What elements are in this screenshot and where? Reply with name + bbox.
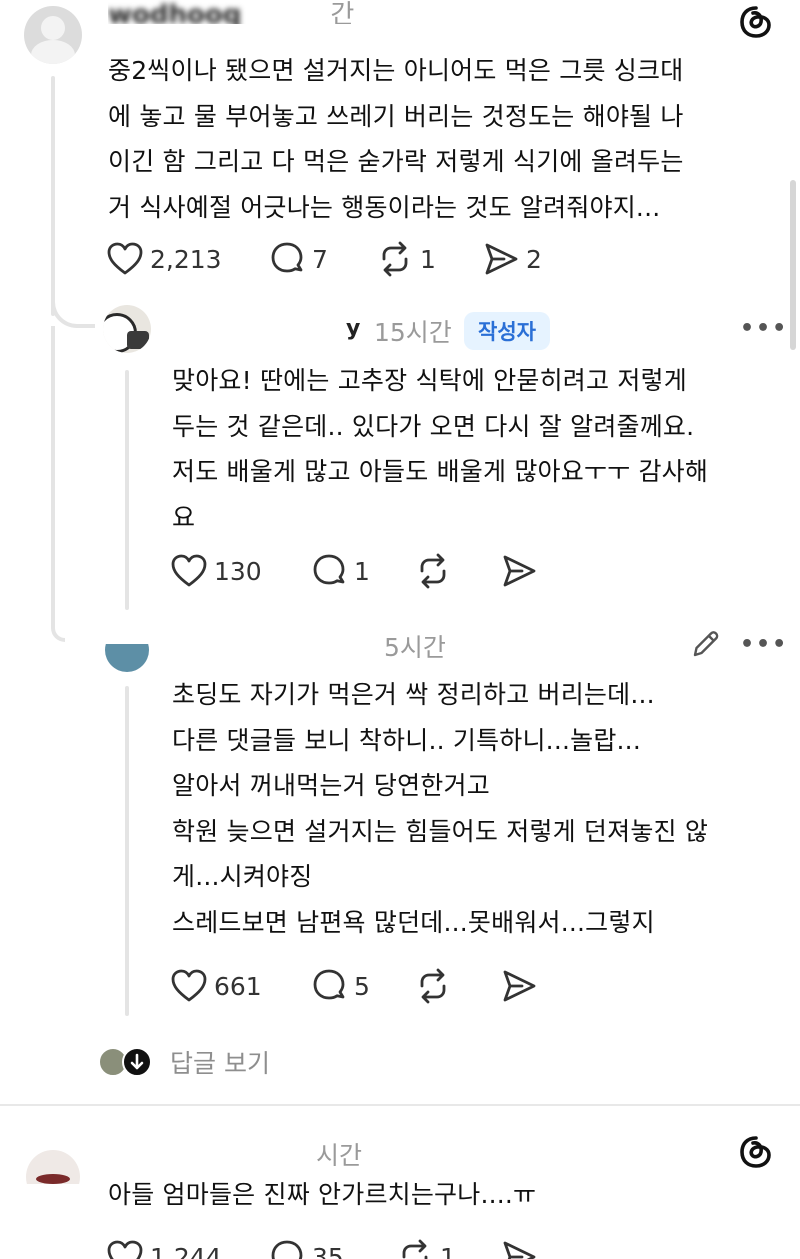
repost-button[interactable]: 1 (376, 240, 436, 278)
repost-button[interactable]: 1 (396, 1238, 456, 1259)
comment-body: 아들 엄마들은 진짜 안가르치는구나....ㅠ (108, 1172, 536, 1218)
comment-line: 아들 엄마들은 진짜 안가르치는구나....ㅠ (108, 1180, 537, 1209)
share-button[interactable] (500, 552, 538, 590)
like-button[interactable]: 2,213 (106, 240, 222, 278)
heart-icon (107, 242, 143, 275)
reply-count: 35 (312, 1242, 344, 1259)
threads-logo-icon[interactable] (738, 1134, 774, 1174)
comment-line: 알아서 꺼내먹는거 당연한거고 (172, 771, 490, 800)
timestamp: 5시간 (384, 633, 446, 662)
comment-icon (271, 242, 303, 273)
repost-button[interactable] (414, 552, 452, 590)
comment-body: 중2씩이나 됐으면 설거지는 아니어도 먹은 그릇 싱크대 에 놓고 물 부어놓… (108, 48, 684, 230)
reply-count: 5 (354, 971, 370, 1001)
divider (0, 1104, 800, 1106)
username[interactable]: y (346, 316, 360, 341)
timestamp: 15시간 (374, 318, 452, 347)
reply-button[interactable]: 7 (268, 240, 328, 278)
comment-body: 초딩도 자기가 먹은거 싹 정리하고 버리는데... 다른 댓글들 보니 착하니… (172, 672, 708, 945)
share-icon (485, 243, 518, 275)
like-button[interactable]: 130 (170, 552, 262, 590)
reply-button[interactable]: 5 (310, 967, 370, 1005)
comment-line: 거 식사예절 어긋나는 행동이라는 것도 알려줘야지... (108, 192, 661, 222)
timestamp: 간 (330, 0, 355, 24)
comment-line: 에 놓고 물 부어놓고 쓰레기 버리는 것정도는 해야될 나 (108, 101, 684, 131)
thread-connector (51, 280, 95, 328)
comment-icon (313, 554, 345, 585)
thread-line (125, 686, 129, 1016)
view-replies-label[interactable]: 답글 보기 (170, 1044, 270, 1080)
comment-line: 초딩도 자기가 먹은거 싹 정리하고 버리는데... (172, 680, 655, 709)
like-button[interactable]: 1,244 (106, 1238, 222, 1259)
like-count: 130 (214, 556, 262, 586)
share-button[interactable]: 2 (482, 240, 542, 278)
more-icon[interactable]: ••• (740, 632, 788, 657)
reply-count: 7 (312, 244, 328, 274)
heart-icon (171, 969, 207, 1002)
like-count: 1,244 (150, 1242, 222, 1259)
share-button[interactable] (500, 1238, 538, 1259)
reply-button[interactable]: 1 (310, 552, 370, 590)
share-icon (503, 1241, 536, 1259)
reply-count: 1 (354, 556, 370, 586)
author-badge: 작성자 (464, 312, 550, 350)
action-bar: 1,244 35 1 (0, 1238, 800, 1259)
repost-icon (420, 968, 446, 1004)
comment-icon (313, 969, 345, 1000)
repost-button[interactable] (414, 967, 452, 1005)
arrow-down-icon (122, 1047, 152, 1077)
heart-icon (171, 554, 207, 587)
share-icon (503, 970, 536, 1002)
reply-line: 맞아요! 딴에는 고추장 식탁에 안묻히려고 저렇게 (172, 366, 687, 395)
scrollbar[interactable] (790, 180, 796, 350)
edit-pencil-icon[interactable] (690, 628, 722, 664)
share-icon (503, 555, 536, 587)
repost-count: 1 (420, 244, 436, 274)
username[interactable]: wodhooq 간 (108, 0, 354, 24)
repost-icon (382, 241, 408, 277)
heart-icon (107, 1240, 143, 1259)
reply-line: 저도 배울게 많고 아들도 배울게 많아요ㅜㅜ 감사해 (172, 457, 709, 486)
repost-count: 1 (440, 1242, 456, 1259)
like-count: 661 (214, 971, 262, 1001)
thread-line (125, 370, 129, 610)
reply-line: 요 (172, 502, 196, 532)
thread-connector (51, 326, 65, 642)
reply-body: 맞아요! 딴에는 고추장 식탁에 안묻히려고 저렇게 두는 것 같은데.. 있다… (172, 358, 708, 540)
comment-line: 게...시켜야징 (172, 862, 313, 891)
avatar[interactable] (24, 6, 82, 64)
more-icon[interactable]: ••• (740, 316, 788, 341)
timestamp: 시간 (316, 1141, 363, 1170)
avatar[interactable] (26, 1150, 80, 1184)
comment-line: 중2씩이나 됐으면 설거지는 아니어도 먹은 그릇 싱크대 (108, 56, 684, 85)
share-button[interactable] (500, 967, 538, 1005)
reply-button[interactable]: 35 (268, 1238, 344, 1259)
avatar[interactable] (105, 644, 149, 672)
username-text[interactable]: wodhooq (108, 0, 241, 24)
share-count: 2 (526, 244, 542, 274)
like-button[interactable]: 661 (170, 967, 262, 1005)
threads-logo-icon[interactable] (738, 4, 774, 44)
avatar[interactable] (103, 305, 151, 353)
comment-line: 이긴 함 그리고 다 먹은 숟가락 저렇게 식기에 올려두는 (108, 147, 684, 176)
like-count: 2,213 (150, 244, 222, 274)
view-replies-button[interactable]: 답글 보기 (98, 1044, 270, 1080)
comment-line: 스레드보면 남편욕 많던데...못배워서...그렇지 (172, 907, 655, 937)
comment-line: 다른 댓글들 보니 착하니.. 기특하니...놀랍... (172, 725, 641, 755)
repost-icon (402, 1239, 428, 1259)
comment-line: 학원 늦으면 설거지는 힘들어도 저렇게 던져놓진 않 (172, 816, 709, 846)
comment-icon (271, 1240, 303, 1259)
repost-icon (420, 553, 446, 589)
reply-line: 두는 것 같은데.. 있다가 오면 다시 잘 알려줄께요. (172, 411, 695, 441)
